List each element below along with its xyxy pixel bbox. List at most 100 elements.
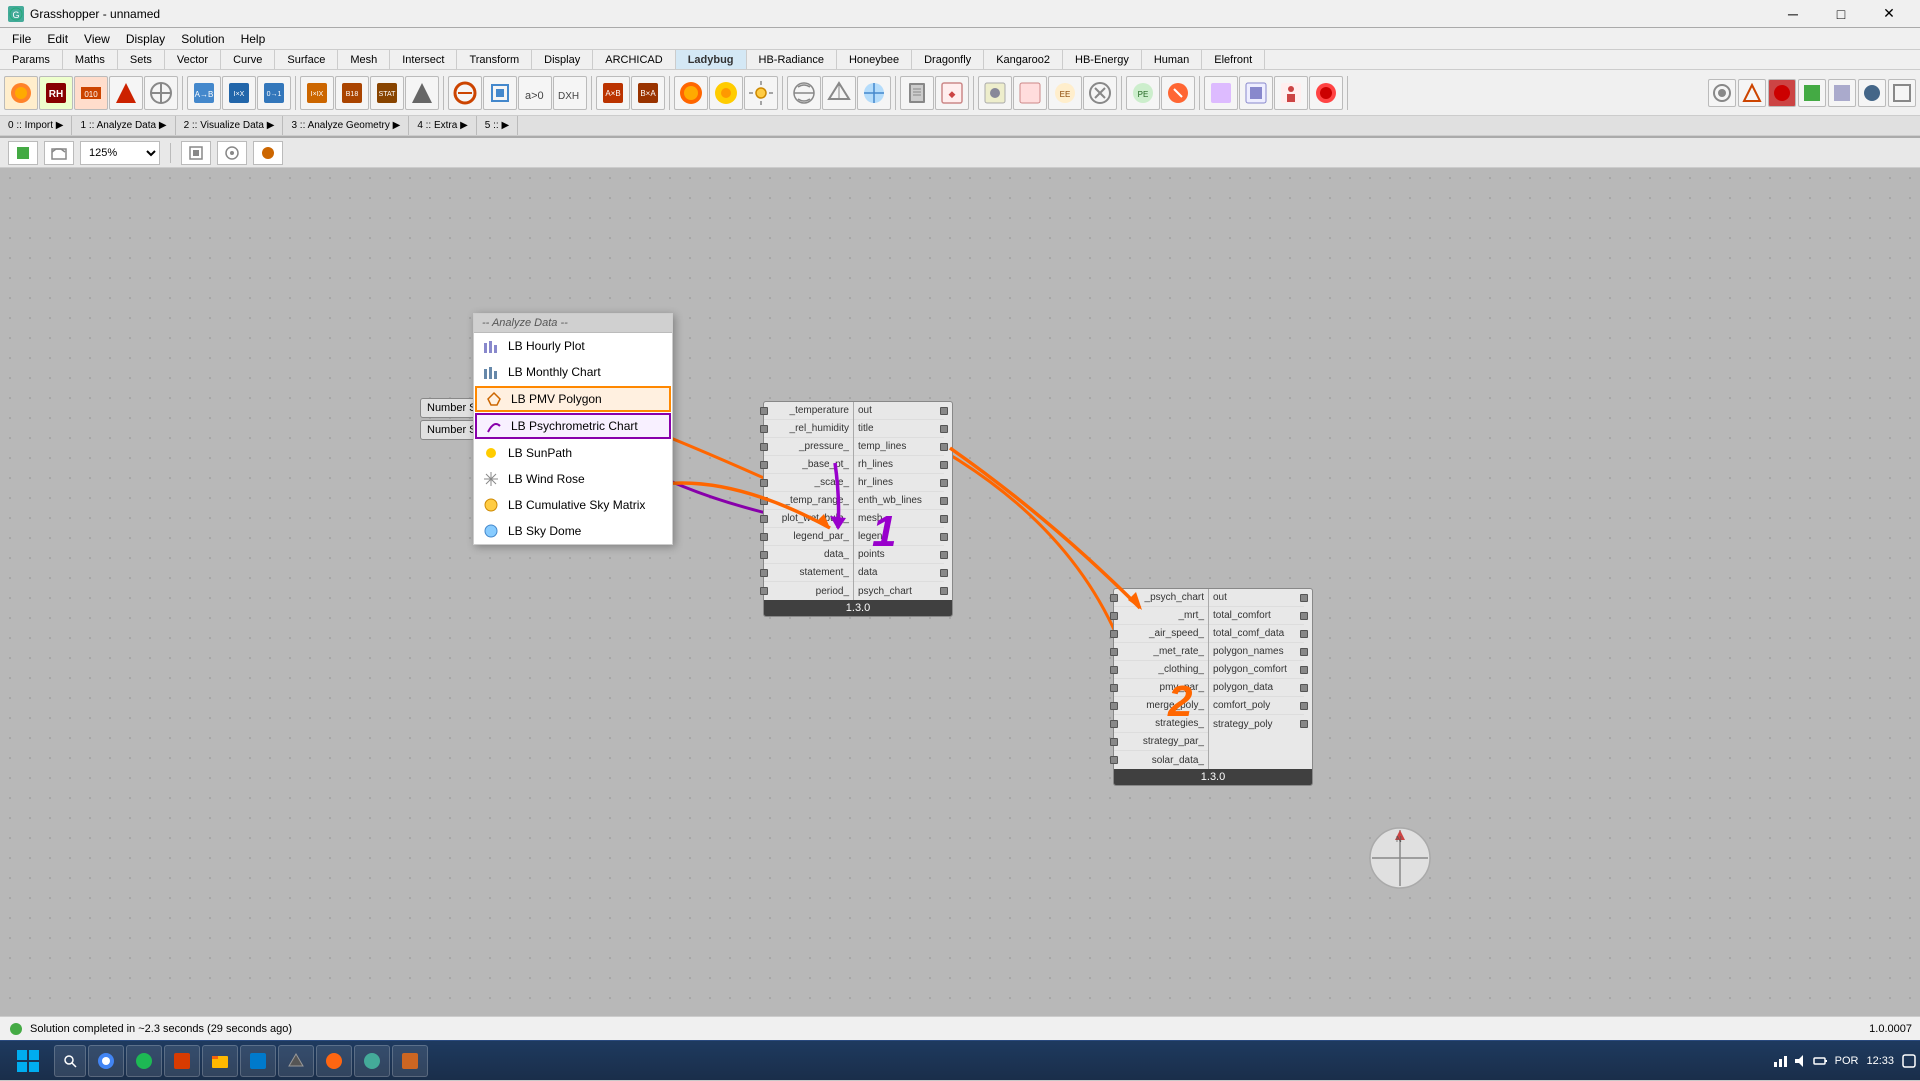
taskbar-app-spotify[interactable] <box>126 1045 162 1077</box>
section-extra[interactable]: 4 :: Extra ▶ <box>409 116 476 135</box>
tab-sets[interactable]: Sets <box>118 50 165 69</box>
taskbar-app-vscode[interactable] <box>240 1045 276 1077</box>
lb-icon-4[interactable] <box>109 76 143 110</box>
lb-icon-25[interactable] <box>900 76 934 110</box>
dropdown-item-monthly-chart[interactable]: LB Monthly Chart <box>474 359 672 385</box>
lb-icon-20[interactable] <box>709 76 743 110</box>
lb-icon-22[interactable] <box>787 76 821 110</box>
port-title[interactable] <box>940 425 948 433</box>
lb-icon-17[interactable]: A×B <box>596 76 630 110</box>
close-button[interactable]: ✕ <box>1866 0 1912 28</box>
canvas-area[interactable]: 1 2 -- Analyze Data -- LB Hourly Plot <box>0 168 1920 1054</box>
tab-elefront[interactable]: Elefront <box>1202 50 1265 69</box>
lb-icon-15[interactable]: a>0 <box>518 76 552 110</box>
lb-icon-2[interactable]: RH <box>39 76 73 110</box>
tab-hb-radiance[interactable]: HB-Radiance <box>747 50 837 69</box>
lb-icon-26[interactable]: ◆ <box>935 76 969 110</box>
section-5[interactable]: 5 :: ▶ <box>477 116 518 135</box>
tab-ladybug[interactable]: Ladybug <box>676 50 747 69</box>
tab-intersect[interactable]: Intersect <box>390 50 457 69</box>
dropdown-item-psychrometric-chart[interactable]: LB Psychrometric Chart <box>475 413 671 439</box>
port-pmv-par-in[interactable] <box>1110 684 1118 692</box>
taskbar-app-gh[interactable] <box>354 1045 390 1077</box>
lb-icon-13[interactable] <box>448 76 482 110</box>
port-mesh[interactable] <box>940 515 948 523</box>
lb-icon-23[interactable] <box>822 76 856 110</box>
view-icon-2[interactable] <box>1738 79 1766 107</box>
port-total-comf-data[interactable] <box>1300 630 1308 638</box>
tab-hb-energy[interactable]: HB-Energy <box>1063 50 1142 69</box>
port-pmv-merge-poly-in[interactable] <box>1110 702 1118 710</box>
lb-icon-1[interactable] <box>4 76 38 110</box>
tab-human[interactable]: Human <box>1142 50 1202 69</box>
lb-icon-12[interactable] <box>405 76 439 110</box>
lb-icon-11[interactable]: STAT <box>370 76 404 110</box>
lb-icon-28[interactable] <box>1013 76 1047 110</box>
port-legend[interactable] <box>940 533 948 541</box>
port-polygon-comfort[interactable] <box>1300 666 1308 674</box>
port-pmv-clothing-in[interactable] <box>1110 666 1118 674</box>
port-points[interactable] <box>940 551 948 559</box>
port-strategy-poly[interactable] <box>1300 720 1308 728</box>
tab-curve[interactable]: Curve <box>221 50 275 69</box>
port-pmv-met-rate-in[interactable] <box>1110 648 1118 656</box>
tab-dragonfly[interactable]: Dragonfly <box>912 50 984 69</box>
port-data-in[interactable] <box>760 551 768 559</box>
view-icon-5[interactable] <box>1828 79 1856 107</box>
section-analyze-data[interactable]: 1 :: Analyze Data ▶ <box>72 116 175 135</box>
port-pmv-air-speed-in[interactable] <box>1110 630 1118 638</box>
section-visualize-data[interactable]: 2 :: Visualize Data ▶ <box>176 116 284 135</box>
lb-icon-29[interactable]: EE <box>1048 76 1082 110</box>
port-base-pt-in[interactable] <box>760 461 768 469</box>
taskbar-app-office[interactable] <box>164 1045 200 1077</box>
lb-icon-10[interactable]: B18 <box>335 76 369 110</box>
view-icon-3[interactable] <box>1768 79 1796 107</box>
canvas-open-btn[interactable] <box>44 141 74 165</box>
port-polygon-names[interactable] <box>1300 648 1308 656</box>
lb-icon-21[interactable] <box>744 76 778 110</box>
lb-icon-5[interactable] <box>144 76 178 110</box>
taskbar-app-other[interactable] <box>392 1045 428 1077</box>
port-temp-lines[interactable] <box>940 443 948 451</box>
port-pmv-strategy-par-in[interactable] <box>1110 738 1118 746</box>
lb-icon-35[interactable] <box>1274 76 1308 110</box>
menu-file[interactable]: File <box>4 28 39 50</box>
tab-mesh[interactable]: Mesh <box>338 50 390 69</box>
dropdown-item-sunpath[interactable]: LB SunPath <box>474 440 672 466</box>
taskbar-app-search[interactable] <box>54 1045 86 1077</box>
canvas-fit-btn[interactable] <box>181 141 211 165</box>
maximize-button[interactable]: □ <box>1818 0 1864 28</box>
zoom-selector[interactable]: 125% 100% 75% 150% 200% <box>80 141 160 165</box>
tab-display[interactable]: Display <box>532 50 593 69</box>
lb-icon-30[interactable] <box>1083 76 1117 110</box>
taskbar-app-explorer[interactable] <box>202 1045 238 1077</box>
lb-icon-3[interactable]: 010 <box>74 76 108 110</box>
port-temperature-in[interactable] <box>760 407 768 415</box>
port-wet-bulb-in[interactable] <box>760 515 768 523</box>
port-hr-lines[interactable] <box>940 479 948 487</box>
port-statement-in[interactable] <box>760 569 768 577</box>
canvas-view-btn[interactable] <box>217 141 247 165</box>
taskbar-app-firefox[interactable] <box>316 1045 352 1077</box>
dropdown-item-hourly-plot[interactable]: LB Hourly Plot <box>474 333 672 359</box>
dropdown-item-sky-dome[interactable]: LB Sky Dome <box>474 518 672 544</box>
lb-icon-32[interactable] <box>1161 76 1195 110</box>
menu-edit[interactable]: Edit <box>39 28 76 50</box>
port-pmv-solar-data-in[interactable] <box>1110 756 1118 764</box>
lb-icon-14[interactable] <box>483 76 517 110</box>
tab-kangaroo2[interactable]: Kangaroo2 <box>984 50 1063 69</box>
port-pressure-in[interactable] <box>760 443 768 451</box>
tab-params[interactable]: Params <box>0 50 63 69</box>
lb-icon-9[interactable]: I×IX <box>300 76 334 110</box>
port-total-comfort[interactable] <box>1300 612 1308 620</box>
pmv-polygon-node[interactable]: _psych_chart _mrt_ _air_speed_ _met_rate… <box>1113 588 1313 786</box>
port-legend-par-in[interactable] <box>760 533 768 541</box>
view-icon-4[interactable] <box>1798 79 1826 107</box>
dropdown-item-wind-rose[interactable]: LB Wind Rose <box>474 466 672 492</box>
view-icon-6[interactable] <box>1858 79 1886 107</box>
tab-honeybee[interactable]: Honeybee <box>837 50 912 69</box>
menu-help[interactable]: Help <box>233 28 274 50</box>
port-temp-range-in[interactable] <box>760 497 768 505</box>
lb-icon-16[interactable]: DXH <box>553 76 587 110</box>
lb-icon-8[interactable]: 0→1 <box>257 76 291 110</box>
